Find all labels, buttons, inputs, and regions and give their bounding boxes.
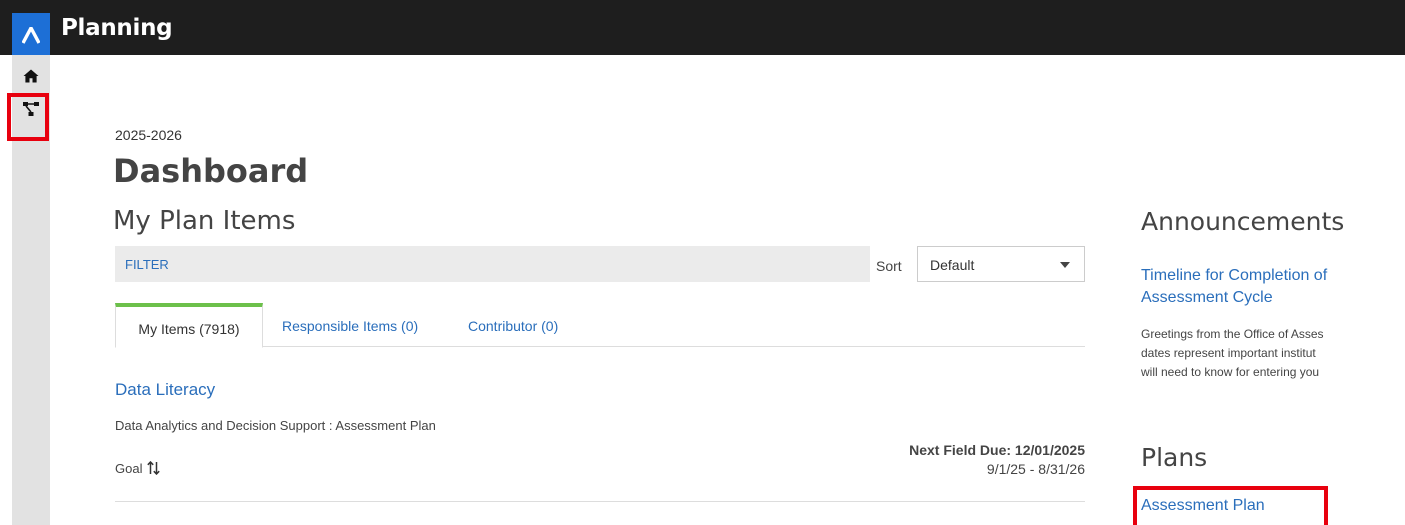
plan-item-type-label: Goal (115, 461, 143, 476)
section-title: My Plan Items (113, 206, 296, 236)
top-header-bar: Planning (0, 0, 1405, 55)
sort-dropdown[interactable]: Default (917, 246, 1085, 282)
page-title: Dashboard (113, 152, 309, 190)
tab-my-items[interactable]: My Items (7918) (115, 303, 263, 348)
highlight-box-assessment-plan (1133, 486, 1328, 525)
announcements-title: Announcements (1141, 207, 1345, 236)
announcement-body-line: will need to know for entering you (1141, 365, 1320, 379)
tab-contributor[interactable]: Contributor (0) (468, 318, 558, 334)
plans-title: Plans (1141, 443, 1208, 472)
home-icon (23, 69, 39, 83)
sort-label: Sort (876, 258, 902, 274)
sort-toggle-icon[interactable] (147, 460, 161, 478)
plan-item-type: Goal (115, 460, 161, 478)
announcement-link[interactable]: Timeline for Completion of Assessment Cy… (1141, 265, 1405, 309)
sort-value: Default (930, 257, 975, 273)
academic-year: 2025-2026 (115, 127, 182, 143)
plan-date-range: 9/1/25 - 8/31/26 (986, 461, 1085, 477)
announcement-link-line: Assessment Cycle (1141, 289, 1273, 306)
highlight-box-hierarchy (7, 93, 49, 141)
announcement-link-line: Timeline for Completion of (1141, 267, 1328, 284)
filter-link[interactable]: FILTER (125, 257, 169, 272)
filter-bar: FILTER (115, 246, 870, 282)
home-button[interactable] (12, 63, 50, 95)
plan-item-subtitle: Data Analytics and Decision Support : As… (115, 418, 436, 433)
app-logo[interactable] (12, 13, 50, 55)
announcement-body: Greetings from the Office of Asses dates… (1141, 325, 1405, 382)
anthology-logo-icon (22, 27, 40, 44)
next-field-due: Next Field Due: 12/01/2025 (909, 442, 1085, 458)
app-title: Planning (61, 15, 173, 41)
tab-my-items-label: My Items (7918) (138, 321, 240, 337)
announcement-body-line: Greetings from the Office of Asses (1141, 327, 1324, 341)
item-divider (115, 501, 1085, 502)
plan-item-title-link[interactable]: Data Literacy (115, 380, 215, 400)
chevron-down-icon (1060, 262, 1070, 268)
announcement-body-line: dates represent important institut (1141, 346, 1316, 360)
tab-responsible-items[interactable]: Responsible Items (0) (282, 318, 418, 334)
